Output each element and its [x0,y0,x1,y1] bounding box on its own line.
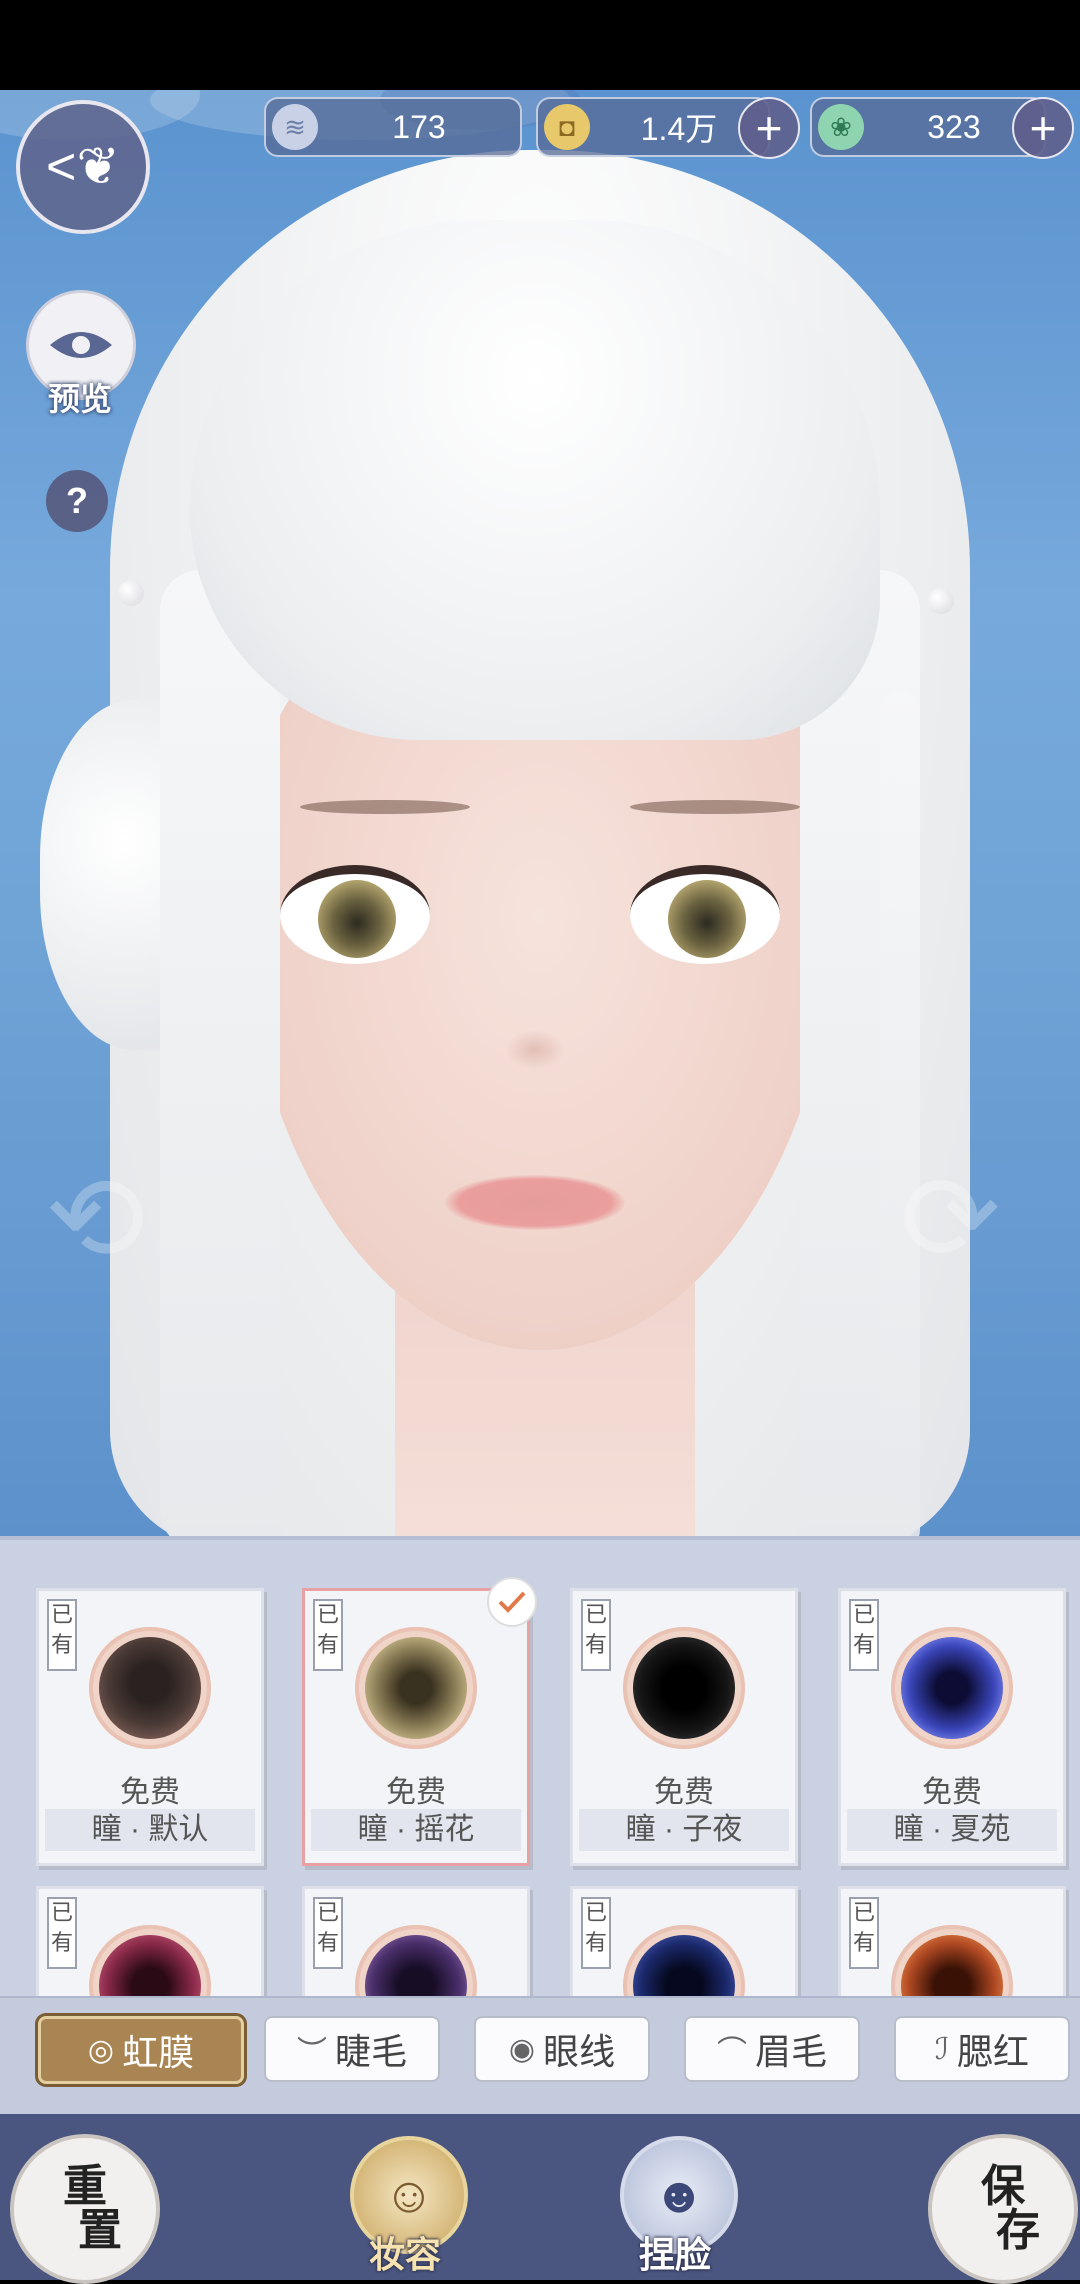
character-lips [445,1175,625,1230]
options-grid[interactable]: 已有 免费 瞳 · 默认 已有 免费 瞳 · 摇花 已有 免费 瞳 · 子夜 已… [0,1540,1080,2000]
tab-iris[interactable]: ◎ 虹膜 [38,2016,244,2084]
owned-tag: 已有 [47,1897,77,1969]
iris-swatch [355,1925,477,2000]
tab-label: 眼线 [543,2032,616,2073]
iris-swatch [891,1925,1013,2000]
reset-char-2: 置 [78,2205,122,2256]
owned-tag: 已有 [313,1897,343,1969]
option-name: 瞳 · 子夜 [579,1809,789,1851]
tab-eyebrow[interactable]: ⌒ 眉毛 [684,2016,860,2082]
add-gold-button[interactable]: + [738,97,800,159]
option-card[interactable]: 已有 免费 瞳 · 子夜 [570,1588,798,1866]
option-card[interactable]: 已有 [36,1886,264,2000]
owned-tag: 已有 [849,1897,879,1969]
price-label: 免费 [120,1776,180,1809]
back-button[interactable]: <❦ [16,100,150,234]
blush-icon: ℐ [934,2031,950,2067]
add-jade-button[interactable]: + [1012,97,1074,159]
selected-check-icon [487,1577,537,1627]
eye-icon [50,332,112,358]
tab-blush[interactable]: ℐ 腮红 [894,2016,1070,2082]
rotate-left-arrow-icon[interactable]: ⟲ [45,1150,146,1289]
preview-label: 预览 [47,380,112,418]
save-char-2: 存 [996,2205,1040,2256]
silver-value: 173 [392,108,446,145]
option-card[interactable]: 已有 [838,1886,1066,2000]
right-eye [630,865,780,964]
save-button[interactable]: 保 存 [928,2134,1078,2284]
tab-label: 眉毛 [754,2032,827,2073]
tab-label: 虹膜 [122,2033,195,2074]
makeup-portrait-icon: ☺ [383,2167,435,2223]
makeup-category-tabs: ◎ 虹膜 ︶ 睫毛 ◉ 眼线 ⌒ 眉毛 ℐ 腮红 [0,1996,1080,2116]
bottom-bar: 重 置 ☺ 妆容 ☻ 捏脸 保 存 [0,2114,1080,2284]
tab-label: 睫毛 [334,2032,407,2073]
iris-swatch [891,1627,1013,1749]
iris-swatch [89,1925,211,2000]
currency-jade: ❀ 323 [810,97,1046,157]
iris-swatch [355,1627,477,1749]
eyebrow-icon: ⌒ [716,2035,747,2070]
owned-tag: 已有 [849,1599,879,1671]
option-card[interactable]: 已有 免费 瞳 · 默认 [36,1588,264,1866]
owned-tag: 已有 [581,1897,611,1969]
option-card[interactable]: 已有 [302,1886,530,2000]
option-name: 瞳 · 摇花 [311,1809,521,1851]
help-button[interactable]: ? [46,470,108,532]
option-card-selected[interactable]: 已有 免费 瞳 · 摇花 [302,1577,537,1866]
status-bar [0,0,1080,90]
left-eye [280,865,430,964]
currency-gold: ◘ 1.4万 [536,97,770,157]
option-card[interactable]: 已有 [570,1886,798,2000]
character-bangs [190,220,880,740]
face-label: 捏脸 [638,2234,711,2276]
save-char-1: 保 [981,2161,1025,2212]
back-butterfly-icon: <❦ [46,138,120,196]
jade-icon: ❀ [818,104,864,150]
iris-swatch [623,1925,745,2000]
option-card[interactable]: 已有 免费 瞳 · 夏苑 [838,1588,1066,1866]
owned-tag: 已有 [581,1599,611,1671]
price-label: 免费 [654,1776,714,1809]
face-portrait-icon: ☻ [652,2167,706,2223]
eyelash-icon: ︶ [296,2035,327,2070]
makeup-label: 妆容 [368,2234,441,2276]
option-name: 瞳 · 夏苑 [847,1809,1057,1851]
price-label: 免费 [386,1776,446,1809]
reset-button[interactable]: 重 置 [10,2134,160,2284]
tab-eyelash[interactable]: ︶ 睫毛 [264,2016,440,2082]
tab-label: 腮红 [957,2032,1030,2073]
iris-swatch [623,1627,745,1749]
tab-eyeliner[interactable]: ◉ 眼线 [474,2016,650,2082]
eyeliner-icon: ◉ [508,2031,536,2067]
owned-tag: 已有 [313,1599,343,1671]
currency-silver: ≋ 173 [264,97,522,157]
option-name: 瞳 · 默认 [45,1809,255,1851]
price-label: 免费 [922,1776,982,1809]
reset-char-1: 重 [63,2161,107,2212]
iris-options-panel: 已有 免费 瞳 · 默认 已有 免费 瞳 · 摇花 已有 免费 瞳 · 子夜 已… [0,1536,1080,2000]
owned-tag: 已有 [47,1599,77,1671]
gold-coin-icon: ◘ [544,104,590,150]
character-viewport[interactable]: ⟲ ⟳ [0,90,1080,1538]
iris-swatch [89,1627,211,1749]
rotate-right-arrow-icon[interactable]: ⟳ [900,1150,1001,1289]
iris-icon: ◎ [87,2032,115,2068]
silver-coin-icon: ≋ [272,104,318,150]
